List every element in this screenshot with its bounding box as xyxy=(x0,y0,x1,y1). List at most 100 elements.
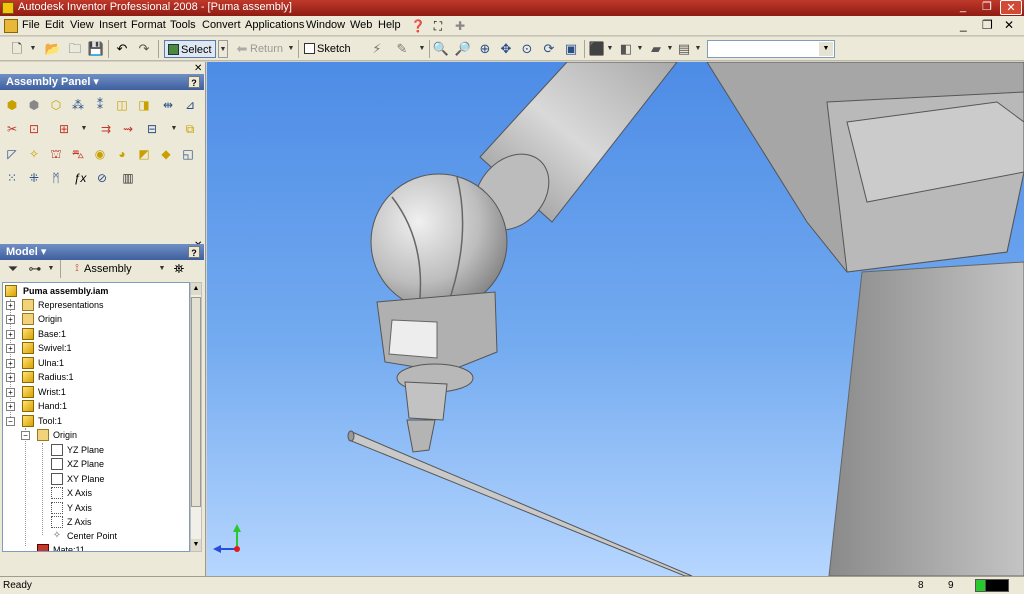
network-icon[interactable]: ⛶ xyxy=(430,18,446,34)
assembly-view-label[interactable]: Assembly View xyxy=(84,260,154,293)
place-content-icon[interactable]: ⬢ xyxy=(26,97,42,113)
substitute-component-icon[interactable]: ◨ xyxy=(136,97,152,113)
assembly-view-dropdown[interactable]: ▼ xyxy=(158,260,166,278)
end-section-icon[interactable]: ⧉ xyxy=(182,121,198,137)
menu-window[interactable]: Window xyxy=(306,19,345,31)
assembly-panel-close-icon[interactable]: ✕ xyxy=(194,63,202,74)
menu-view[interactable]: View xyxy=(70,19,94,31)
zoom-icon[interactable]: ⊕ xyxy=(476,40,494,58)
move-component-icon[interactable]: ✂ xyxy=(4,121,20,137)
assemble-icon[interactable]: ⊿ xyxy=(182,97,198,113)
hole-icon[interactable]: ◉ xyxy=(92,146,108,162)
display-dropdown[interactable]: ▼ xyxy=(636,40,644,58)
doc-close-icon[interactable]: ✕ xyxy=(1004,18,1014,32)
collapse-icon[interactable]: − xyxy=(21,431,30,440)
tool-body[interactable] xyxy=(404,381,448,421)
return-button[interactable]: Return xyxy=(250,40,284,58)
style-combobox[interactable]: ▼ xyxy=(707,40,835,58)
sketch-button[interactable]: Sketch xyxy=(302,40,352,58)
find-icon[interactable]: ⛯ xyxy=(170,260,188,278)
scroll-down-icon[interactable]: ▼ xyxy=(191,539,201,551)
save-icon[interactable]: 💾 xyxy=(87,40,105,58)
revolve-icon[interactable]: ⛍ xyxy=(70,146,86,162)
expand-icon[interactable]: + xyxy=(6,402,15,411)
style-dropdown-arrow[interactable]: ▼ xyxy=(819,42,833,56)
model-panel-help[interactable]: ? xyxy=(188,246,200,258)
scroll-thumb[interactable] xyxy=(191,297,201,507)
new-dropdown[interactable]: ▼ xyxy=(29,40,37,58)
assembly-panel-header[interactable]: Assembly Panel ▾ ? xyxy=(0,74,204,90)
shadow-dropdown[interactable]: ▼ xyxy=(666,40,674,58)
menu-edit[interactable]: Edit xyxy=(45,19,64,31)
collapse-icon[interactable]: − xyxy=(6,417,15,426)
menu-applications[interactable]: Applications xyxy=(245,19,304,31)
half-section-icon[interactable]: ⇝ xyxy=(120,121,136,137)
copy-components-icon[interactable]: ◫ xyxy=(114,97,130,113)
work-axis-icon[interactable]: ⁙ xyxy=(4,170,20,186)
measure-dropdown[interactable]: ▼ xyxy=(418,40,426,58)
sketch-plane-icon[interactable]: ◸ xyxy=(4,146,20,162)
rotate-icon[interactable]: ⟳ xyxy=(540,40,558,58)
expand-icon[interactable]: + xyxy=(6,315,15,324)
expand-icon[interactable]: + xyxy=(6,301,15,310)
quarter-section-icon[interactable]: ⊟ xyxy=(144,121,160,137)
tree-scrollbar[interactable]: ▲ ▼ xyxy=(190,282,202,552)
minimize-button[interactable]: _ xyxy=(952,0,974,15)
place-component-icon[interactable]: ⬢ xyxy=(4,97,20,113)
no-icon[interactable]: ⊘ xyxy=(94,170,110,186)
display-mode-icon[interactable]: ◧ xyxy=(617,40,635,58)
extrude-icon[interactable]: ⛫ xyxy=(48,146,64,162)
select-button[interactable]: Select xyxy=(164,40,216,58)
view-cube-icon[interactable]: ⬛ xyxy=(588,40,606,58)
rotate-component-icon[interactable]: ⊡ xyxy=(26,121,42,137)
undo-icon[interactable]: ↶ xyxy=(113,40,131,58)
replace-component-icon[interactable]: ⊞ xyxy=(56,121,72,137)
expand-icon[interactable]: + xyxy=(6,359,15,368)
expand-icon[interactable]: + xyxy=(6,373,15,382)
look-at-icon[interactable]: ▣ xyxy=(562,40,580,58)
fillet-icon[interactable]: ◕ xyxy=(114,146,130,162)
filter-icon[interactable]: ⏷ xyxy=(4,260,22,278)
menu-help[interactable]: Help xyxy=(378,19,401,31)
close-button[interactable]: ✕ xyxy=(1000,0,1022,15)
zoom-all-icon[interactable]: 🔍 xyxy=(432,40,450,58)
camera-icon[interactable]: ▤ xyxy=(675,40,693,58)
plus-icon[interactable]: ✚ xyxy=(452,18,468,34)
update-icon[interactable]: ⚡ xyxy=(368,40,386,58)
menu-format[interactable]: Format xyxy=(131,19,166,31)
app-icon[interactable] xyxy=(2,2,14,14)
constraint-icon[interactable]: ⇹ xyxy=(160,97,176,113)
menu-insert[interactable]: Insert xyxy=(99,19,127,31)
zoom-selected-icon[interactable]: ⊙ xyxy=(518,40,536,58)
mirror-icon[interactable]: ᛗ xyxy=(48,170,64,186)
doc-minimize-icon[interactable]: _ xyxy=(960,18,967,32)
document-icon[interactable] xyxy=(4,19,18,33)
tree-view-dropdown[interactable]: ▼ xyxy=(47,260,55,278)
work-plane-icon[interactable]: ◱ xyxy=(180,146,196,162)
help-icon[interactable]: ❓ xyxy=(410,18,426,34)
doc-restore-icon[interactable]: ❐ xyxy=(982,18,993,32)
expand-icon[interactable]: + xyxy=(6,330,15,339)
menu-file[interactable]: File xyxy=(22,19,40,31)
tree-view-icon[interactable]: ⊶ xyxy=(26,260,44,278)
expand-icon[interactable]: + xyxy=(6,388,15,397)
zoom-window-icon[interactable]: 🔎 xyxy=(454,40,472,58)
new-icon[interactable]: 🗋 xyxy=(8,40,26,58)
section-icon[interactable]: ⇉ xyxy=(98,121,114,137)
work-bar[interactable] xyxy=(348,431,693,576)
wrist-ball[interactable] xyxy=(370,173,508,311)
work-point-icon[interactable]: ✧ xyxy=(26,146,42,162)
chamfer-icon[interactable]: ◩ xyxy=(136,146,152,162)
create-component-icon[interactable]: ⬡ xyxy=(48,97,64,113)
return-dropdown[interactable]: ▼ xyxy=(287,40,295,58)
pan-icon[interactable]: ✥ xyxy=(497,40,515,58)
ucs-icon[interactable]: ⁜ xyxy=(26,170,42,186)
graphics-viewport[interactable] xyxy=(207,62,1024,576)
camera-dropdown[interactable]: ▼ xyxy=(694,40,702,58)
scroll-up-icon[interactable]: ▲ xyxy=(191,283,201,295)
mirror-components-icon[interactable]: ⁑ xyxy=(92,97,108,113)
expand-icon[interactable]: + xyxy=(6,344,15,353)
menu-web[interactable]: Web xyxy=(350,19,372,31)
measure-icon[interactable]: ✎ xyxy=(393,40,411,58)
sweep-icon[interactable]: ◆ xyxy=(158,146,174,162)
